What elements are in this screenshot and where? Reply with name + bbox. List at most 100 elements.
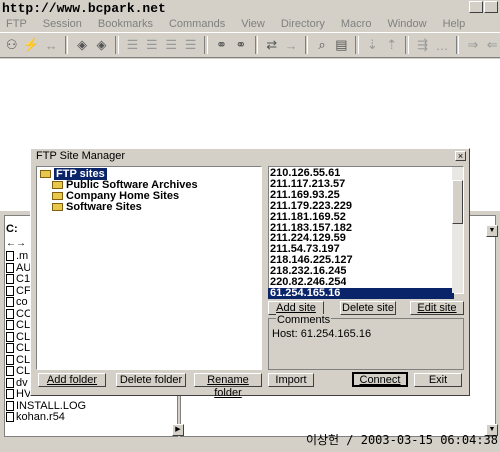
rename-icon[interactable]: ⇶ xyxy=(415,35,430,55)
doc-icon[interactable]: ▤ xyxy=(334,35,349,55)
menu-directory[interactable]: Directory xyxy=(273,16,333,32)
arrow-icon[interactable]: → xyxy=(283,35,298,55)
file-name: HV xyxy=(16,388,32,400)
file-name: CF xyxy=(16,284,31,297)
menu-session[interactable]: Session xyxy=(35,16,90,32)
list-item[interactable]: CL xyxy=(6,365,30,377)
list-item[interactable]: CL xyxy=(6,331,30,343)
site-item[interactable]: 211.179.223.229 xyxy=(270,201,352,212)
list-item[interactable]: kohan.r54 xyxy=(6,411,65,423)
list-item[interactable]: .m xyxy=(6,250,28,262)
file-icon xyxy=(6,412,14,422)
site-item[interactable]: 218.146.225.127 xyxy=(270,255,353,266)
site-item[interactable]: 211.169.93.25 xyxy=(270,190,340,201)
dialog-close-button[interactable]: × xyxy=(455,151,466,161)
site-item[interactable]: 211.224.129.59 xyxy=(270,233,346,244)
exit-button[interactable]: Exit xyxy=(414,373,462,387)
import-button[interactable]: Import xyxy=(268,373,314,387)
binoculars-next-icon[interactable]: ⚭ xyxy=(233,35,248,55)
folder-icon xyxy=(52,181,63,189)
signature-stamp: 이상헌 / 2003-03-15 06:04:38 xyxy=(305,433,498,447)
quick-connect-icon[interactable]: ⚡ xyxy=(23,35,39,55)
toolbar-separator xyxy=(254,36,259,54)
site-item[interactable]: 211.117.213.57 xyxy=(270,179,345,190)
list-item[interactable]: INSTALL.LOG xyxy=(6,400,86,412)
file-icon xyxy=(6,320,14,330)
list-small-icon[interactable]: ☰ xyxy=(164,35,179,55)
delete-site-button[interactable]: Delete site xyxy=(340,301,396,315)
list-icon[interactable]: ☰ xyxy=(125,35,140,55)
add-folder-button[interactable]: Add folder xyxy=(38,373,106,387)
file-icon xyxy=(6,297,14,307)
file-icon xyxy=(6,285,14,296)
menu-window[interactable]: Window xyxy=(379,16,434,32)
remote-dropdown-arrow[interactable]: ▼ xyxy=(486,225,498,237)
menu-view[interactable]: View xyxy=(233,16,273,32)
comments-label: Comments xyxy=(276,314,332,326)
connect-icon[interactable]: ⚇ xyxy=(4,35,19,55)
file-name: INSTALL.LOG xyxy=(16,399,87,412)
restore-button[interactable] xyxy=(469,1,483,13)
list-item[interactable]: C1 xyxy=(6,273,30,285)
folder-icon xyxy=(40,170,51,178)
site-item[interactable]: 211.183.157.182 xyxy=(270,223,352,234)
list-item[interactable]: dv xyxy=(6,377,28,389)
folder-icon xyxy=(52,203,63,211)
list-item[interactable]: CC xyxy=(6,308,32,320)
file-icon xyxy=(6,389,14,399)
chevron-down-icon: ▼ xyxy=(486,225,498,237)
sort-up-icon[interactable]: ⇡ xyxy=(384,35,399,55)
more-icon[interactable]: … xyxy=(434,35,449,55)
list-item[interactable]: CL xyxy=(6,342,30,354)
tree-folder[interactable]: Software Sites xyxy=(52,201,142,213)
menu-commands[interactable]: Commands xyxy=(161,16,233,32)
transfer-icon[interactable]: ⇄ xyxy=(264,35,279,55)
move-right-icon[interactable]: ⇒ xyxy=(465,35,480,55)
close-button[interactable] xyxy=(484,1,498,13)
site-item[interactable]: 210.126.55.61 xyxy=(270,168,340,179)
list-item[interactable]: co xyxy=(6,296,28,308)
site-item[interactable]: 211.181.169.52 xyxy=(270,212,346,223)
file-name: dv xyxy=(16,376,28,389)
arrow-right-icon: ▶ xyxy=(172,424,184,436)
list-item[interactable]: CF xyxy=(6,285,31,297)
file-icon xyxy=(6,251,14,261)
local-scroll-right[interactable]: ▶ xyxy=(172,424,184,436)
menu-macro[interactable]: Macro xyxy=(333,16,380,32)
menu-bookmarks[interactable]: Bookmarks xyxy=(90,16,161,32)
local-nav-arrows[interactable]: ←→ xyxy=(6,238,26,249)
menu-ftp[interactable]: FTP xyxy=(0,16,35,32)
list-big-icon[interactable]: ☰ xyxy=(183,35,198,55)
binoculars-icon[interactable]: ⚭ xyxy=(214,35,229,55)
sort-down-icon[interactable]: ⇣ xyxy=(365,35,380,55)
toolbar-separator xyxy=(204,36,208,54)
disconnect-icon[interactable]: ↔ xyxy=(44,35,59,55)
site-list-scroll-thumb[interactable] xyxy=(452,180,463,224)
delete-folder-button[interactable]: Delete folder xyxy=(116,373,186,387)
list-detail-icon[interactable]: ☰ xyxy=(144,35,159,55)
search-icon[interactable]: ⌕ xyxy=(314,35,329,55)
tree-folder-label: Software Sites xyxy=(66,201,142,213)
list-item[interactable]: HV xyxy=(6,388,31,400)
rename-folder-button[interactable]: Rename folder xyxy=(194,373,262,399)
edit-site-button[interactable]: Edit site xyxy=(410,301,464,315)
file-icon xyxy=(6,308,14,319)
site-item[interactable]: 220.82.246.254 xyxy=(270,277,346,288)
toolbar-separator xyxy=(405,36,409,54)
move-left-icon[interactable]: ⇐ xyxy=(485,35,500,55)
file-icon xyxy=(6,377,14,388)
list-item[interactable]: AU xyxy=(6,262,31,274)
connect-button[interactable]: Connect xyxy=(352,372,408,387)
toolbar-separator xyxy=(115,36,119,54)
toolbar: ⚇ ⚡ ↔ ◈ ◈ ☰ ☰ ☰ ☰ ⚭ ⚭ ⇄ → ⌕ ▤ ⇣ ⇡ ⇶ … ⇒ … xyxy=(0,32,500,58)
site-item[interactable]: 218.232.16.245 xyxy=(270,266,346,277)
list-item[interactable]: CL xyxy=(6,319,30,331)
site-item[interactable]: 211.54.73.197 xyxy=(270,244,340,255)
site-item[interactable]: 61.254.165.16 xyxy=(268,287,454,299)
bookmark-icon[interactable]: ◈ xyxy=(94,35,109,55)
toolbar-separator xyxy=(64,36,69,54)
menu-help[interactable]: Help xyxy=(435,16,474,32)
add-site-button[interactable]: Add site xyxy=(268,301,324,315)
list-item[interactable]: CL xyxy=(6,354,30,366)
site-manager-icon[interactable]: ◈ xyxy=(74,35,89,55)
